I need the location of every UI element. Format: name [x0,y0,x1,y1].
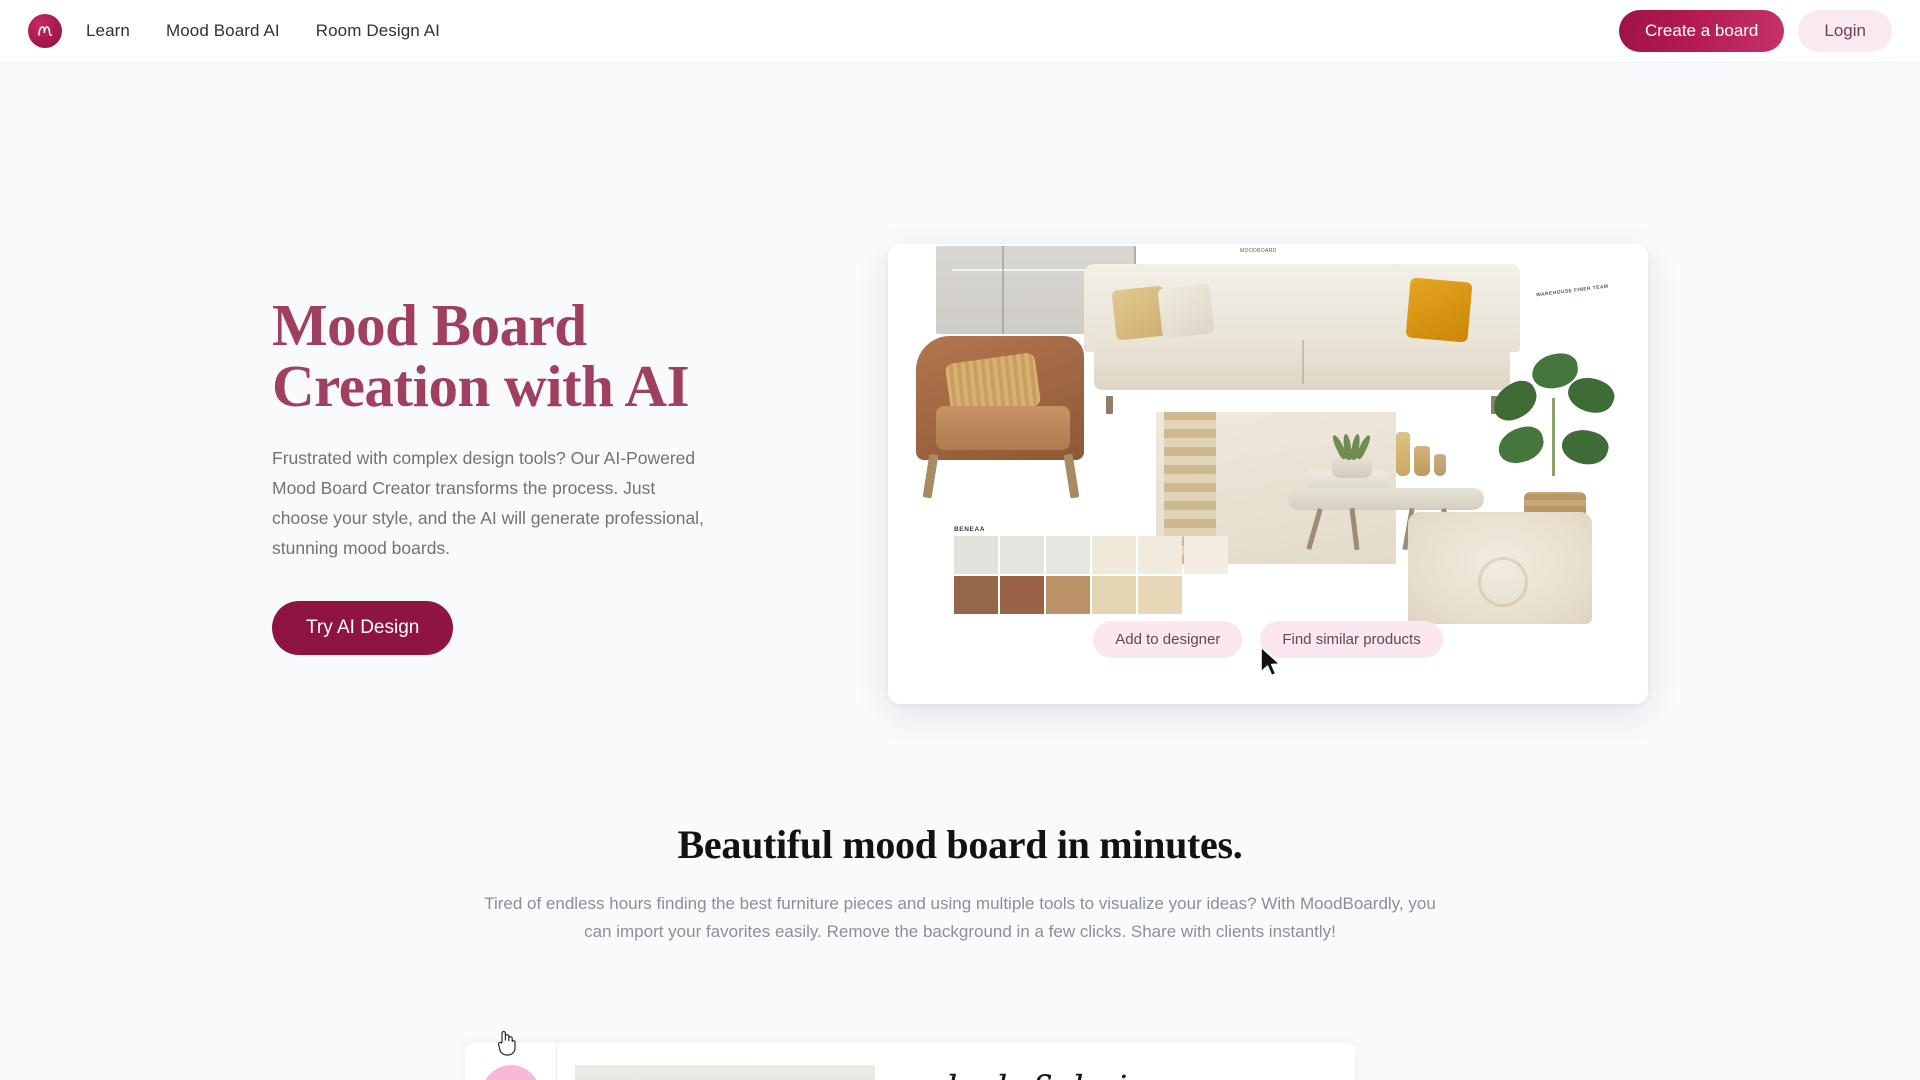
vase-small [1434,454,1446,476]
features-paragraph: Tired of endless hours finding the best … [484,894,1436,941]
card-action-bar: Add to designer Find similar products [888,621,1648,658]
color-swatch [1184,536,1228,574]
features-title: Beautiful mood board in minutes. [677,822,1243,867]
furniture-photo-thumbnail[interactable] [575,1065,875,1080]
try-ai-design-button[interactable]: Try AI Design [272,600,454,655]
add-item-button[interactable] [481,1065,540,1080]
vase-tall [1396,432,1410,476]
color-swatch [1138,536,1182,574]
mood-board-collage: MOODBOARD WAREHOUSE FINER TEAM BENEAA [888,244,1648,624]
find-similar-products-button[interactable]: Find similar products [1260,621,1443,658]
main-nav: Learn Mood Board AI Room Design AI [86,21,440,41]
color-swatch [1092,576,1136,614]
throw-pillow-mustard [1405,277,1473,343]
color-swatch [1046,576,1090,614]
hero-title: Mood Board Creation with AI [272,295,742,417]
decorative-cushion-image [1408,512,1592,624]
large-plant-stem [1552,398,1555,476]
coffee-table-leg-2 [1349,507,1360,551]
board-tag-right: WAREHOUSE FINER TEAM [1535,283,1609,299]
add-to-designer-button[interactable]: Add to designer [1093,621,1243,658]
hero-title-line-1: Mood Board [272,292,587,358]
moodboardly-logo-icon[interactable] [28,14,62,48]
color-swatch [954,536,998,574]
hero-text-block: Mood Board Creation with AI Frustrated w… [272,295,742,655]
coffee-table-leg-1 [1306,508,1323,550]
features-section: Beautiful mood board in minutes. Tired o… [0,803,1920,1080]
color-swatch [1046,536,1090,574]
swatch-row-brown [954,576,1228,614]
create-board-button[interactable]: Create a board [1618,10,1785,52]
nav-item-room-design-ai[interactable]: Room Design AI [316,21,440,41]
color-swatch [954,576,998,614]
coffee-table-top [1288,488,1484,510]
color-swatch [1000,536,1044,574]
armchair-image [910,336,1092,506]
add-item-cell [465,1043,557,1080]
color-swatch [1138,576,1182,614]
mood-board-preview-card: MOODBOARD WAREHOUSE FINER TEAM BENEAA Ad… [888,244,1648,704]
color-swatch-palette: BENEAA [954,526,1228,616]
board-caption-text: dark & beige maroccan style moodboard [935,1069,1355,1080]
swatch-palette-label: BENEAA [954,526,986,533]
throw-pillow-cream [1157,283,1215,339]
sofa-leg-left [1106,396,1113,414]
site-header: Learn Mood Board AI Room Design AI Creat… [0,0,1920,63]
large-plant-leaf [1486,375,1544,427]
board-tag-top: MOODBOARD [1240,248,1277,254]
large-plant-leaf [1557,423,1613,471]
vase-medium [1414,446,1430,476]
nav-item-mood-board-ai[interactable]: Mood Board AI [166,21,280,41]
sofa-seat [1094,334,1510,390]
armchair-cushion [936,406,1070,450]
nav-item-learn[interactable]: Learn [86,21,130,41]
hero-paragraph: Frustrated with complex design tools? Ou… [272,447,704,558]
large-plant-leaf [1494,422,1548,468]
swatch-row-light [954,536,1228,574]
armchair-leg-left [922,453,939,499]
potted-plant-small-image [1322,426,1382,478]
hero-title-line-2: Creation with AI [272,352,690,419]
login-button[interactable]: Login [1798,10,1892,52]
hero-section: Mood Board Creation with AI Frustrated w… [0,63,1920,803]
color-swatch [1000,576,1044,614]
header-actions: Create a board Login [1618,10,1892,52]
color-swatch [1092,536,1136,574]
board-editor-strip: dark & beige maroccan style moodboard [465,1043,1355,1080]
armchair-leg-right [1063,453,1080,499]
